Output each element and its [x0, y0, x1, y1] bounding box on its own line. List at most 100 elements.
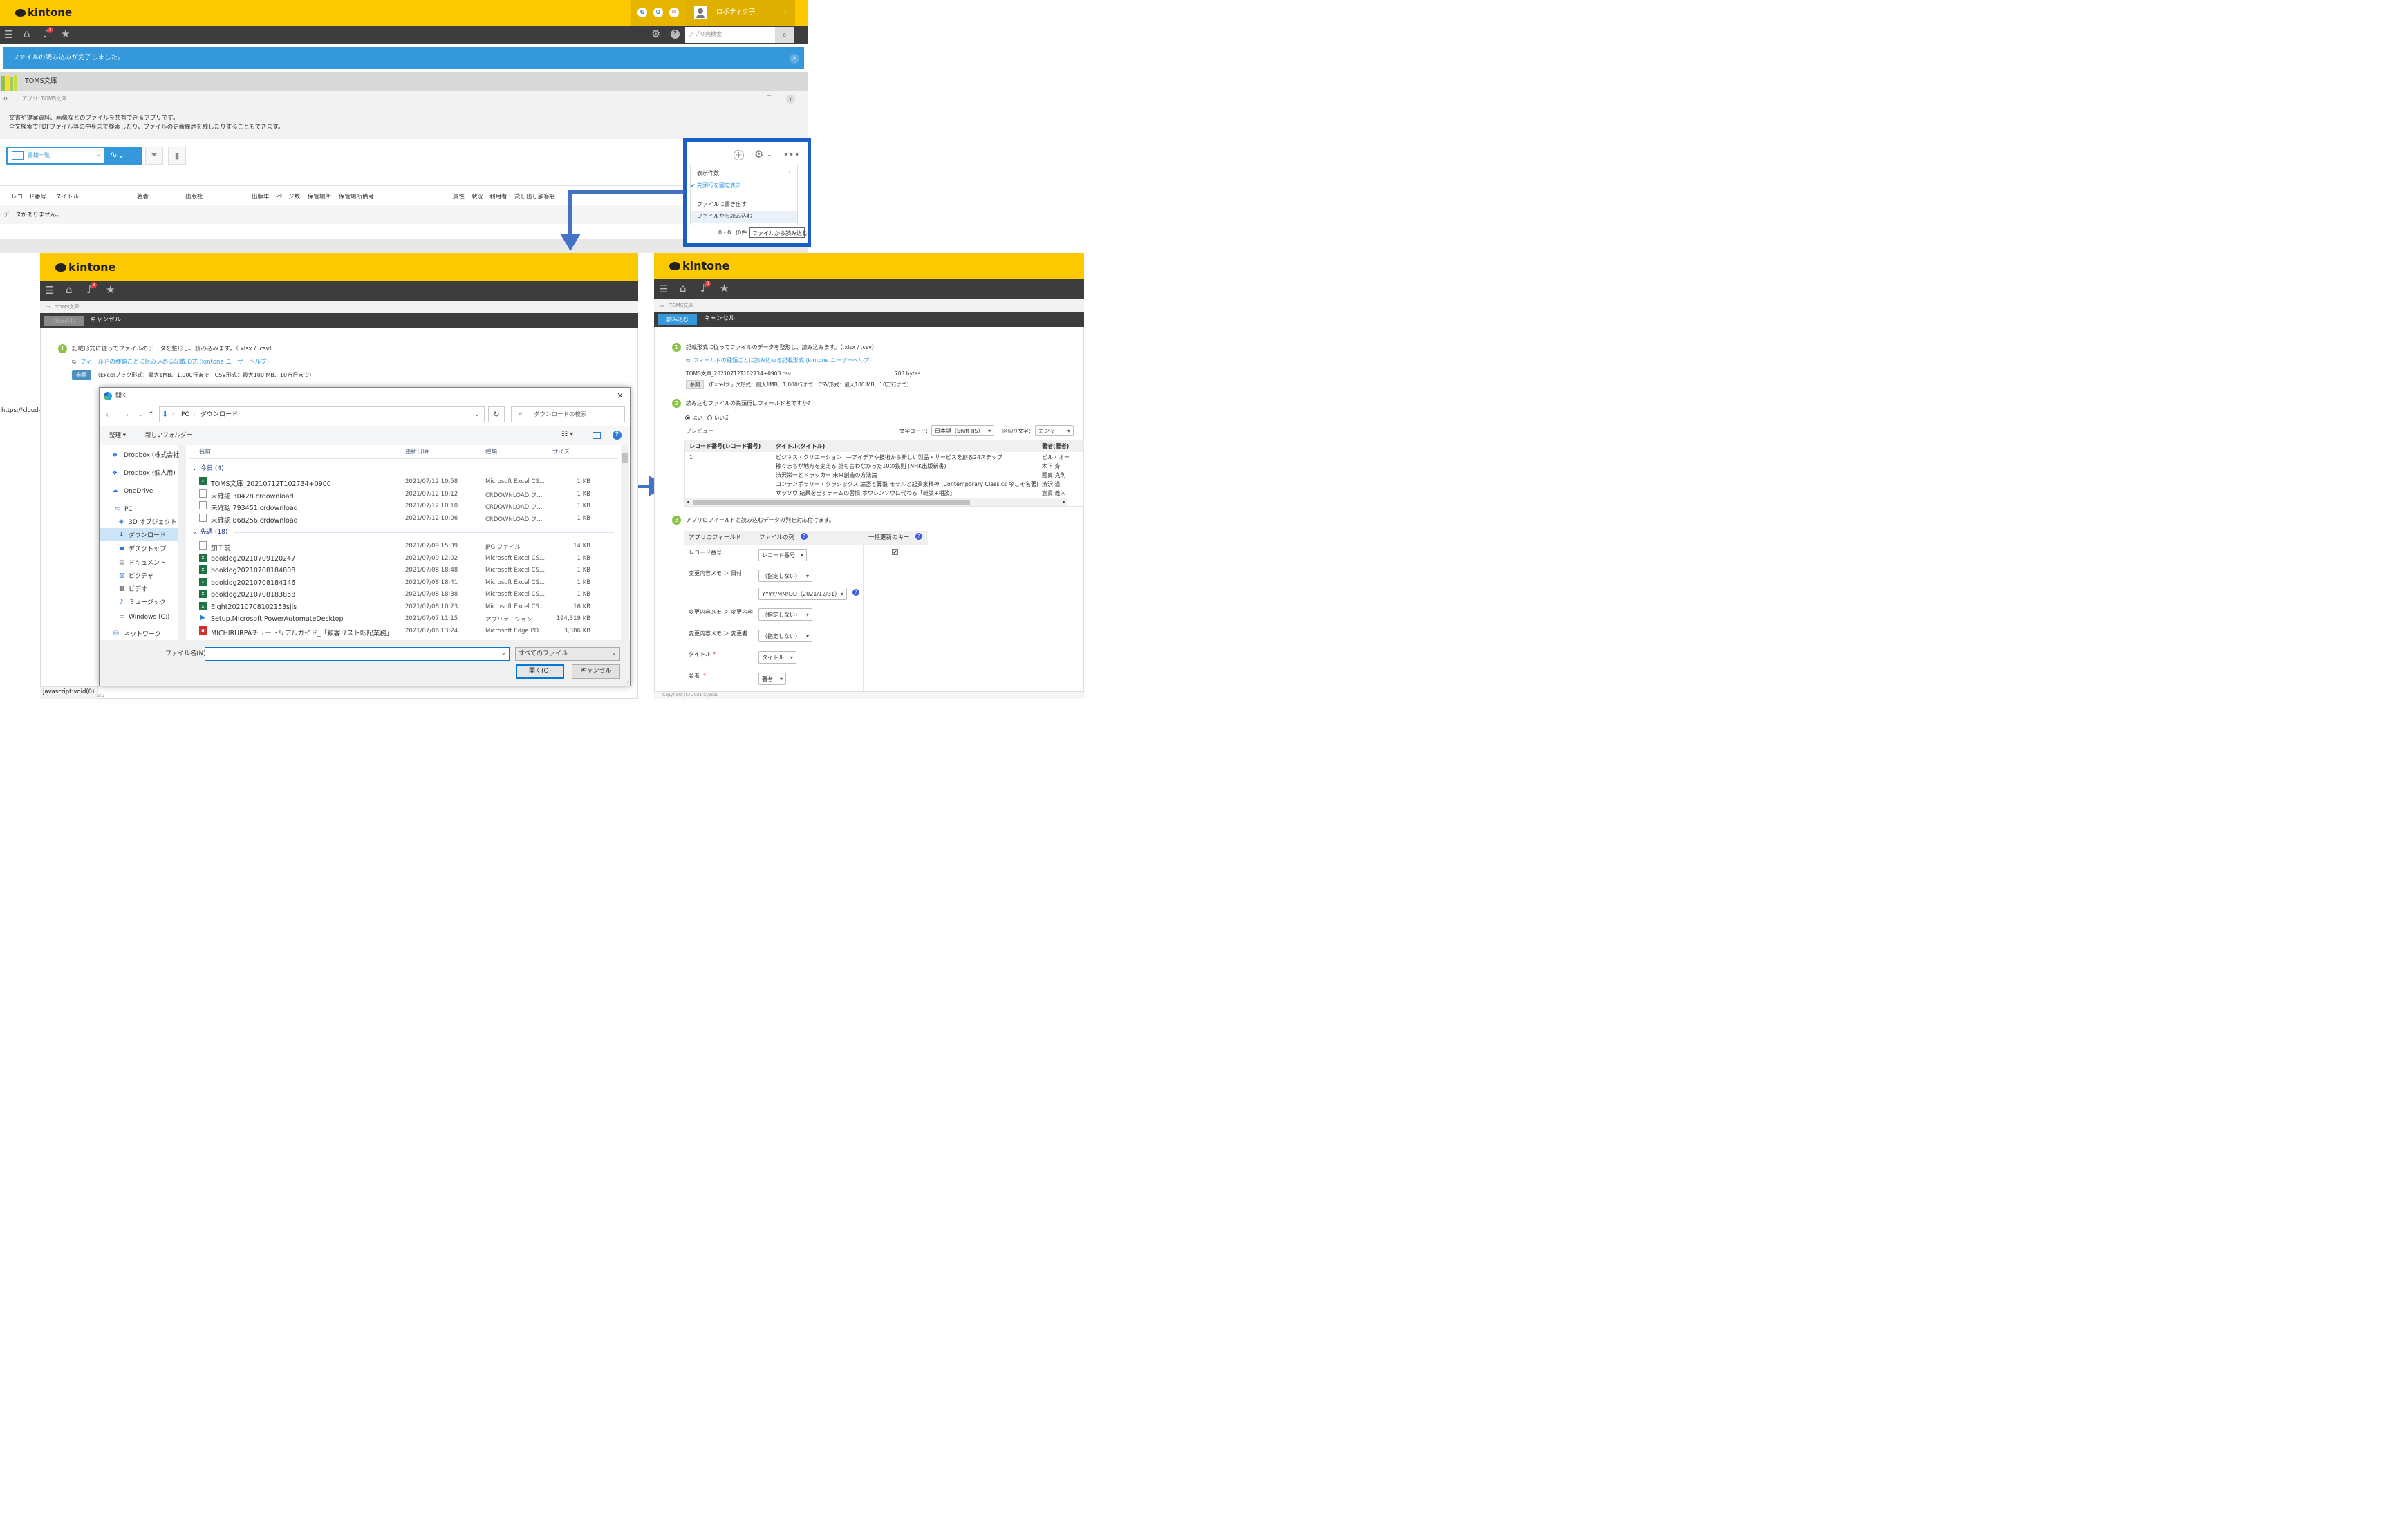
- kintone-logo[interactable]: kintone: [15, 6, 72, 19]
- nav-onedrive[interactable]: OneDrive: [124, 489, 153, 495]
- column-header[interactable]: 状況: [472, 192, 483, 200]
- file-row[interactable]: x TOMS文庫_20210712T102734+0900 2021/07/12 1…: [189, 476, 618, 488]
- path-segment-pc[interactable]: PC: [181, 412, 189, 418]
- nav-network[interactable]: ネットワーク: [124, 632, 161, 638]
- column-header[interactable]: 著者: [137, 192, 149, 200]
- garoon-icon[interactable]: G: [637, 8, 647, 17]
- more-icon[interactable]: •••: [783, 151, 800, 159]
- home-icon[interactable]: ⌂: [680, 283, 687, 294]
- help-icon[interactable]: ?: [613, 431, 622, 440]
- column-header[interactable]: 出版社: [185, 192, 203, 200]
- home-small-icon[interactable]: ⌂: [3, 96, 8, 102]
- hamburger-icon[interactable]: ☰: [45, 285, 54, 296]
- file-row[interactable]: 未確認 30428.crdownload 2021/07/12 10:12 CRDO…: [189, 488, 618, 500]
- file-row[interactable]: 未確認 793451.crdownload 2021/07/12 10:10 CRD…: [189, 500, 618, 512]
- preview-hscrollbar[interactable]: ◂ ▸: [685, 498, 1067, 506]
- star-icon[interactable]: ★: [106, 285, 115, 295]
- column-header[interactable]: タイトル: [55, 192, 79, 200]
- preview-pane-icon[interactable]: [593, 432, 601, 439]
- column-header[interactable]: レコード番号: [11, 192, 46, 200]
- nav-downloads[interactable]: ダウンロード: [129, 533, 166, 539]
- up-arrow-icon[interactable]: ↑: [148, 411, 154, 418]
- nav-pictures[interactable]: ピクチャ: [129, 574, 153, 580]
- new-folder-button[interactable]: 新しいフォルダー: [145, 433, 192, 439]
- header-type[interactable]: 種類: [485, 449, 497, 456]
- forward-arrow-icon[interactable]: →: [122, 411, 129, 419]
- header-date[interactable]: 更新日時: [405, 449, 429, 456]
- file-row[interactable]: ▶ Setup.Microsoft.PowerAutomateDesktop 202…: [189, 612, 618, 624]
- menu-item-page-size[interactable]: 表示件数: [697, 171, 719, 176]
- path-segment-downloads[interactable]: ダウンロード: [200, 412, 238, 418]
- radio-yes[interactable]: [685, 415, 690, 420]
- info-icon[interactable]: i: [786, 95, 795, 104]
- map-column-select[interactable]: （指定しない）: [758, 570, 812, 582]
- app-path[interactable]: TOMS文庫: [669, 303, 693, 308]
- column-header[interactable]: 保管場所備考: [339, 192, 374, 200]
- nav-dropbox-company[interactable]: Dropbox (株式会社: [124, 453, 179, 459]
- menu-item-import[interactable]: ファイルから読み込む: [697, 214, 752, 219]
- scroll-left-icon[interactable]: ◂: [687, 500, 689, 505]
- map-column-select[interactable]: （指定しない）: [758, 608, 812, 621]
- column-header[interactable]: 保管場所: [308, 192, 331, 200]
- map-column-select[interactable]: 著者: [758, 673, 786, 685]
- cancel-button[interactable]: キャンセル: [90, 317, 121, 323]
- cancel-button[interactable]: キャンセル: [704, 316, 735, 322]
- chevron-down-icon[interactable]: ⌄: [474, 412, 480, 418]
- help-icon[interactable]: ?: [671, 30, 680, 39]
- delimiter-select[interactable]: カンマ: [1035, 425, 1074, 436]
- organize-button[interactable]: 整理 ▾: [109, 433, 126, 439]
- help-link[interactable]: フィールドの種類ごとに読み込める記載形式 (kintone ユーザーヘルプ): [693, 358, 871, 364]
- column-header[interactable]: ページ数: [277, 192, 300, 200]
- star-icon[interactable]: ★: [61, 29, 70, 39]
- gear-icon[interactable]: ⚙: [754, 149, 763, 160]
- recent-chevron-icon[interactable]: ⌄: [138, 412, 143, 417]
- view-options-icon[interactable]: ☷ ▾: [561, 431, 573, 438]
- column-header[interactable]: 利用者: [489, 192, 507, 200]
- star-icon[interactable]: ★: [720, 283, 729, 294]
- file-row[interactable]: x booklog20210708183858 2021/07/08 18:38 Mi…: [189, 588, 618, 600]
- nav-desktop[interactable]: デスクトップ: [129, 547, 166, 553]
- file-row[interactable]: 未確認 868256.crdownload 2021/07/12 10:06 CRD…: [189, 512, 618, 525]
- nav-music[interactable]: ミュージック: [129, 600, 166, 606]
- kintone-logo[interactable]: kintone: [669, 259, 729, 272]
- kintone-logo[interactable]: kintone: [55, 261, 115, 274]
- graph-button[interactable]: ∿⌄: [106, 147, 142, 165]
- group-header-today[interactable]: ⌄ 今日 (4): [189, 463, 618, 474]
- hamburger-icon[interactable]: ☰: [4, 30, 13, 40]
- filetype-select[interactable]: すべてのファイル ⌄: [515, 647, 620, 661]
- file-row[interactable]: x booklog20210708184808 2021/07/08 18:48 Mi…: [189, 564, 618, 576]
- map-column-select[interactable]: タイトル: [758, 651, 796, 664]
- header-size[interactable]: サイズ: [552, 449, 570, 456]
- app-search-input[interactable]: アプリ内検索: [685, 27, 775, 43]
- nav-videos[interactable]: ビデオ: [129, 587, 147, 593]
- import-button[interactable]: 読み込む: [658, 314, 697, 325]
- date-format-select[interactable]: YYYY/MM/DD（2021/12/31）: [758, 588, 847, 600]
- home-icon[interactable]: ⌂: [66, 285, 73, 295]
- breadcrumb[interactable]: アプリ: TOMS文庫: [22, 96, 66, 102]
- app-path[interactable]: TOMS文庫: [55, 305, 79, 310]
- home-icon[interactable]: ⌂: [24, 29, 30, 39]
- close-icon[interactable]: ×: [790, 54, 799, 64]
- mail-icon[interactable]: ✉: [669, 8, 679, 17]
- filter-icon[interactable]: ⏷: [145, 147, 163, 165]
- column-header[interactable]: 出版年: [252, 192, 270, 200]
- search-icon[interactable]: ⌕: [775, 27, 794, 43]
- filename-input[interactable]: ⌄: [205, 647, 510, 661]
- nav-documents[interactable]: ドキュメント: [129, 561, 166, 567]
- file-row[interactable]: ▪ MICHIRURPAチュートリアルガイド_「顧客リスト転記業務」 2021/07…: [189, 625, 618, 637]
- map-column-select[interactable]: レコード番号: [758, 549, 807, 561]
- file-list-scrollbar[interactable]: [621, 445, 629, 640]
- menu-item-export[interactable]: ファイルに書き出す: [697, 202, 747, 207]
- charcode-select[interactable]: 日本語（Shift JIS）: [931, 425, 994, 436]
- nav-windows-c[interactable]: Windows (C:): [129, 614, 169, 621]
- back-arrow-icon[interactable]: ←: [106, 411, 112, 419]
- help-icon[interactable]: ?: [915, 533, 922, 540]
- dialog-cancel-button[interactable]: キャンセル: [572, 664, 620, 679]
- bar-chart-icon[interactable]: ▮: [168, 147, 186, 165]
- group-header-last-week[interactable]: ⌄ 先週 (18): [189, 527, 618, 538]
- help-icon[interactable]: ?: [801, 533, 808, 540]
- column-header[interactable]: 属性: [453, 192, 465, 200]
- gear-icon[interactable]: ⚙: [651, 29, 660, 39]
- browse-button[interactable]: 参照: [72, 370, 91, 380]
- radio-no[interactable]: [707, 415, 712, 420]
